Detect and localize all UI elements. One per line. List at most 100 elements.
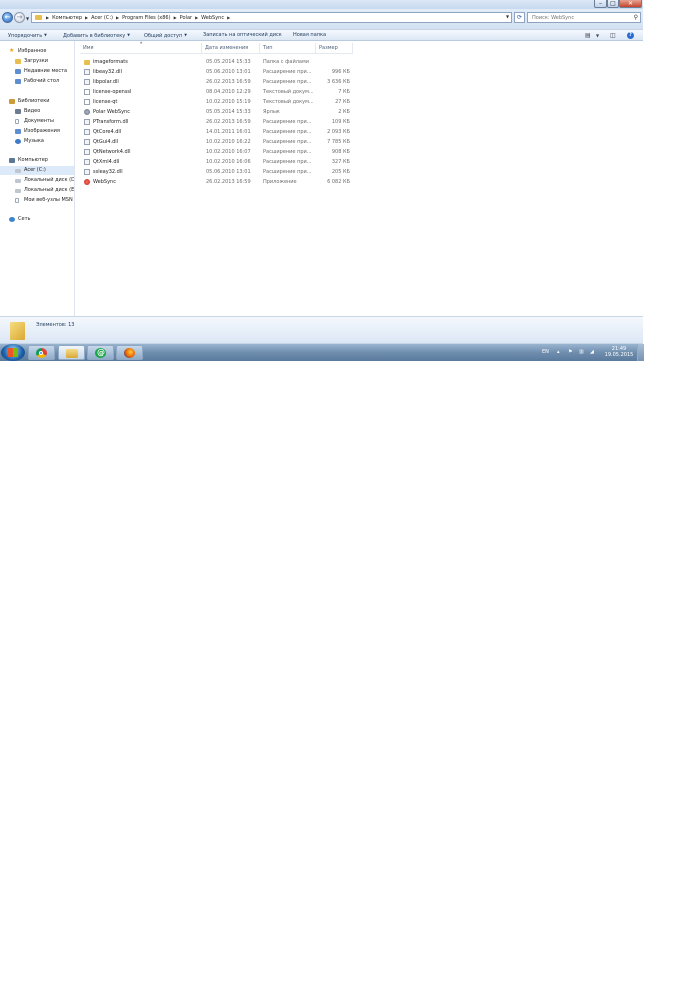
nav-desktop[interactable]: Рабочий стол — [0, 77, 74, 86]
nav-recent-places[interactable]: Недавние места — [0, 67, 74, 76]
back-button[interactable]: ← — [2, 12, 13, 23]
chevron-right-icon[interactable]: ▶ — [116, 15, 119, 20]
file-row[interactable]: QtCore4.dll 14.01.2011 16:01 Расширение пр… — [80, 127, 353, 137]
chevron-down-icon[interactable]: ▼ — [596, 32, 599, 39]
taskbar-explorer[interactable] — [58, 345, 85, 360]
nav-music[interactable]: Музыка — [0, 137, 74, 146]
title-bar[interactable]: – □ ✕ — [0, 0, 643, 9]
column-header-type[interactable]: Тип — [260, 43, 316, 53]
nav-libraries[interactable]: Библиотеки — [0, 97, 74, 106]
file-row[interactable]: WebSync 26.02.2013 16:59 Приложение 6 082 К… — [80, 177, 353, 187]
chevron-right-icon[interactable]: ▶ — [85, 15, 88, 20]
file-row[interactable]: libpolar.dll 26.02.2013 16:59 Расширение п… — [80, 77, 353, 87]
chevron-right-icon[interactable]: ▶ — [46, 15, 49, 20]
file-size: 6 082 КБ — [327, 179, 350, 185]
breadcrumb: ▶ Компьютер ▶ Acer (C:) ▶ Program Files (x86)… — [35, 13, 233, 22]
nav-drive-e[interactable]: Локальный диск (E:) — [0, 186, 74, 195]
search-icon[interactable]: ⚲ — [634, 14, 638, 21]
nav-label: Музыка — [24, 138, 44, 144]
dll-file-icon — [84, 79, 90, 85]
file-size: 109 КБ — [331, 119, 350, 125]
file-row[interactable]: QtNetwork4.dll 10.02.2010 16:07 Расширение… — [80, 147, 353, 157]
dll-file-icon — [84, 149, 90, 155]
file-size: 27 КБ — [335, 99, 350, 105]
folder-large-icon — [10, 322, 25, 340]
preview-pane-icon[interactable]: ◫ — [610, 32, 616, 39]
show-desktop-button[interactable] — [637, 344, 644, 361]
nav-drive-c[interactable]: Acer (C:) — [0, 166, 74, 175]
breadcrumb-polar[interactable]: Polar — [180, 15, 192, 21]
chevron-right-icon[interactable]: ▶ — [227, 15, 230, 20]
nav-computer[interactable]: Компьютер — [0, 156, 74, 165]
address-history-dropdown[interactable]: ▼ — [506, 14, 509, 19]
file-date: 14.01.2011 16:01 — [206, 129, 251, 135]
desktop-icon — [15, 79, 21, 84]
start-button[interactable] — [1, 344, 25, 361]
flag-icon[interactable]: ⚑ — [568, 349, 572, 355]
language-indicator[interactable]: EN — [542, 349, 549, 355]
file-row[interactable]: ssleay32.dll 05.06.2010 13:01 Расширение п… — [80, 167, 353, 177]
nav-favorites[interactable]: ★ Избранное — [0, 47, 74, 56]
maximize-button[interactable]: □ — [607, 0, 619, 8]
file-type: Расширение при... — [263, 149, 312, 155]
share-menu[interactable]: Общий доступ ▼ — [144, 30, 187, 41]
chevron-right-icon[interactable]: ▶ — [174, 15, 177, 20]
burn-button[interactable]: Записать на оптический диск — [203, 30, 282, 41]
help-icon[interactable]: ? — [627, 32, 634, 39]
breadcrumb-websync[interactable]: WebSync — [201, 15, 224, 21]
item-count: Элементов: 13 — [36, 322, 75, 328]
chevron-right-icon[interactable]: ▶ — [195, 15, 198, 20]
add-to-library-menu[interactable]: Добавить в библиотеку ▼ — [63, 30, 130, 41]
file-row[interactable]: license-qt 10.02.2010 15:19 Текстовый доку… — [80, 97, 353, 107]
minimize-button[interactable]: – — [594, 0, 607, 8]
explorer-icon — [66, 349, 78, 358]
file-name: QtXml4.dll — [93, 159, 120, 165]
clock[interactable]: 21:49 19.05.2015 — [603, 346, 635, 358]
taskbar-mail-agent[interactable] — [87, 345, 114, 360]
search-input[interactable] — [530, 13, 634, 22]
forward-button[interactable]: → — [14, 12, 25, 23]
close-button[interactable]: ✕ — [619, 0, 642, 8]
file-date: 05.05.2014 15:33 — [206, 59, 251, 65]
nav-video[interactable]: Видео — [0, 107, 74, 116]
file-row[interactable]: QtGui4.dll 10.02.2010 16:22 Расширение при… — [80, 137, 353, 147]
file-row[interactable]: imageformats 05.05.2014 15:33 Папка с файл… — [80, 57, 353, 67]
file-row[interactable]: license-openssl 08.04.2010 12:29 Текстовый… — [80, 87, 353, 97]
nav-label: Загрузки — [24, 58, 48, 64]
nav-documents[interactable]: Документы — [0, 117, 74, 126]
navigation-pane[interactable]: ★ Избранное Загрузки Недавние места Рабоч… — [0, 41, 75, 316]
refresh-button[interactable]: ⟳ — [514, 12, 525, 23]
recent-pages-dropdown[interactable]: ▼ — [26, 16, 29, 21]
video-icon — [15, 109, 21, 114]
computer-icon — [9, 158, 15, 163]
file-row[interactable]: PTransform.dll 26.02.2013 16:59 Расширение… — [80, 117, 353, 127]
column-header-date[interactable]: Дата изменения — [202, 43, 260, 53]
share-label: Общий доступ — [144, 33, 183, 39]
breadcrumb-drive-c[interactable]: Acer (C:) — [91, 15, 113, 21]
change-view-icon[interactable]: ▤ — [585, 32, 591, 39]
column-headers: Имя Дата изменения Тип Размер — [80, 43, 353, 54]
column-header-name[interactable]: Имя — [80, 43, 202, 53]
nav-drive-d[interactable]: Локальный диск (D:) — [0, 176, 74, 185]
breadcrumb-program-files[interactable]: Program Files (x86) — [122, 15, 170, 21]
file-row[interactable]: QtXml4.dll 10.02.2010 16:06 Расширение при… — [80, 157, 353, 167]
nav-network[interactable]: Сеть — [0, 215, 74, 224]
file-name: libpolar.dll — [93, 79, 119, 85]
nav-msn-sites[interactable]: Мои веб-узлы MSN — [0, 196, 74, 205]
breadcrumb-computer[interactable]: Компьютер — [52, 15, 82, 21]
column-header-size[interactable]: Размер — [316, 43, 353, 53]
file-row[interactable]: libeay32.dll 05.06.2010 13:01 Расширение п… — [80, 67, 353, 77]
tray-overflow-icon[interactable]: ▴ — [557, 349, 560, 355]
volume-icon[interactable]: ◢ — [590, 349, 594, 355]
file-row[interactable]: Polar WebSync 05.05.2014 15:33 Ярлык 2 КБ — [80, 107, 353, 117]
taskbar-firefox[interactable] — [116, 345, 143, 360]
nav-images[interactable]: Изображения — [0, 127, 74, 136]
new-folder-button[interactable]: Новая папка — [293, 30, 326, 41]
nav-downloads[interactable]: Загрузки — [0, 57, 74, 66]
taskbar-chrome[interactable] — [28, 345, 55, 360]
address-bar[interactable]: ▶ Компьютер ▶ Acer (C:) ▶ Program Files (x86)… — [31, 12, 512, 23]
network-tray-icon[interactable]: ▥ — [579, 349, 584, 355]
organize-menu[interactable]: Упорядочить ▼ — [8, 30, 47, 41]
taskbar: EN ▴ ⚑ ▥ ◢ 21:4919.05.2015 — [0, 343, 644, 361]
file-size: 3 636 КБ — [327, 79, 350, 85]
